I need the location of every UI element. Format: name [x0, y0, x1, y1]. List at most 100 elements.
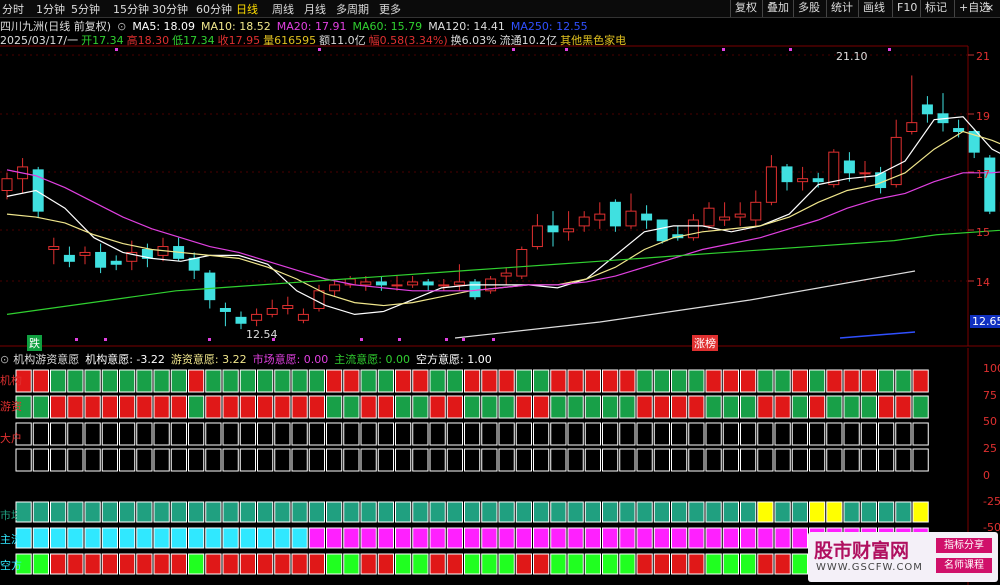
cell-big-a-12 — [222, 422, 239, 446]
cell-main-40 — [705, 527, 722, 549]
row-label-0: 机构 — [0, 374, 22, 387]
cell-inst-50 — [878, 369, 895, 393]
cell-hot-17 — [308, 395, 325, 419]
cell-main-38 — [671, 527, 688, 549]
cell-big-a-48 — [843, 422, 860, 446]
cell-short-4 — [84, 553, 101, 575]
cell-big-a-3 — [67, 422, 84, 446]
cell-big-b-10 — [188, 448, 205, 472]
cell-big-a-14 — [257, 422, 274, 446]
cell-short-39 — [688, 553, 705, 575]
cell-inst-11 — [205, 369, 222, 393]
cell-market-11 — [205, 501, 222, 523]
cell-short-5 — [101, 553, 118, 575]
cell-market-33 — [584, 501, 601, 523]
cell-main-32 — [567, 527, 584, 549]
cell-big-b-40 — [705, 448, 722, 472]
cell-big-a-47 — [826, 422, 843, 446]
cell-hot-39 — [688, 395, 705, 419]
cell-hot-51 — [895, 395, 912, 419]
cell-hot-10 — [188, 395, 205, 419]
cell-big-a-49 — [860, 422, 877, 446]
watermark-tag-course: 名师课程 — [936, 558, 992, 573]
cell-big-a-37 — [653, 422, 670, 446]
cell-big-b-9 — [170, 448, 187, 472]
cell-main-35 — [619, 527, 636, 549]
cell-big-a-1 — [32, 422, 49, 446]
cell-market-44 — [774, 501, 791, 523]
cell-short-37 — [653, 553, 670, 575]
cell-main-16 — [291, 527, 308, 549]
cell-main-43 — [757, 527, 774, 549]
cell-hot-42 — [740, 395, 757, 419]
cell-market-28 — [498, 501, 515, 523]
cell-hot-37 — [653, 395, 670, 419]
cell-hot-30 — [533, 395, 550, 419]
cell-main-5 — [101, 527, 118, 549]
cell-big-b-47 — [826, 448, 843, 472]
cell-main-37 — [653, 527, 670, 549]
cell-hot-16 — [291, 395, 308, 419]
cell-hot-40 — [705, 395, 722, 419]
cell-hot-22 — [395, 395, 412, 419]
cell-big-a-24 — [429, 422, 446, 446]
cell-main-36 — [636, 527, 653, 549]
cell-short-40 — [705, 553, 722, 575]
indicator-tick-4: 0 — [983, 469, 990, 482]
cell-market-46 — [809, 501, 826, 523]
cell-inst-26 — [464, 369, 481, 393]
cell-main-20 — [360, 527, 377, 549]
cell-inst-9 — [170, 369, 187, 393]
cell-big-b-17 — [308, 448, 325, 472]
cell-hot-6 — [119, 395, 136, 419]
cell-inst-43 — [757, 369, 774, 393]
cell-big-a-50 — [878, 422, 895, 446]
cell-market-19 — [343, 501, 360, 523]
cell-big-a-33 — [584, 422, 601, 446]
cell-hot-49 — [860, 395, 877, 419]
cell-main-28 — [498, 527, 515, 549]
cell-big-b-1 — [32, 448, 49, 472]
cell-hot-2 — [50, 395, 67, 419]
cell-big-b-46 — [809, 448, 826, 472]
cell-big-a-52 — [912, 422, 929, 446]
cell-inst-13 — [239, 369, 256, 393]
cell-big-b-43 — [757, 448, 774, 472]
cell-main-34 — [602, 527, 619, 549]
cell-hot-47 — [826, 395, 843, 419]
cell-inst-23 — [412, 369, 429, 393]
cell-inst-25 — [446, 369, 463, 393]
cell-hot-18 — [326, 395, 343, 419]
cell-big-b-14 — [257, 448, 274, 472]
cell-short-16 — [291, 553, 308, 575]
cell-inst-15 — [274, 369, 291, 393]
cell-short-19 — [343, 553, 360, 575]
cell-short-20 — [360, 553, 377, 575]
cell-inst-38 — [671, 369, 688, 393]
cell-big-a-9 — [170, 422, 187, 446]
cell-market-32 — [567, 501, 584, 523]
cell-big-b-19 — [343, 448, 360, 472]
cell-market-51 — [895, 501, 912, 523]
cell-big-b-44 — [774, 448, 791, 472]
cell-hot-50 — [878, 395, 895, 419]
cell-big-b-39 — [688, 448, 705, 472]
cell-main-18 — [326, 527, 343, 549]
cell-inst-37 — [653, 369, 670, 393]
cell-inst-44 — [774, 369, 791, 393]
cell-big-a-16 — [291, 422, 308, 446]
cell-hot-21 — [377, 395, 394, 419]
indicator-tick-0: 100 — [983, 362, 1000, 375]
cell-hot-38 — [671, 395, 688, 419]
cell-main-22 — [395, 527, 412, 549]
cell-short-8 — [153, 553, 170, 575]
cell-short-2 — [50, 553, 67, 575]
cell-main-15 — [274, 527, 291, 549]
cell-big-a-18 — [326, 422, 343, 446]
cell-hot-1 — [32, 395, 49, 419]
cell-inst-35 — [619, 369, 636, 393]
cell-hot-33 — [584, 395, 601, 419]
cell-short-35 — [619, 553, 636, 575]
cell-hot-52 — [912, 395, 929, 419]
cell-short-31 — [550, 553, 567, 575]
